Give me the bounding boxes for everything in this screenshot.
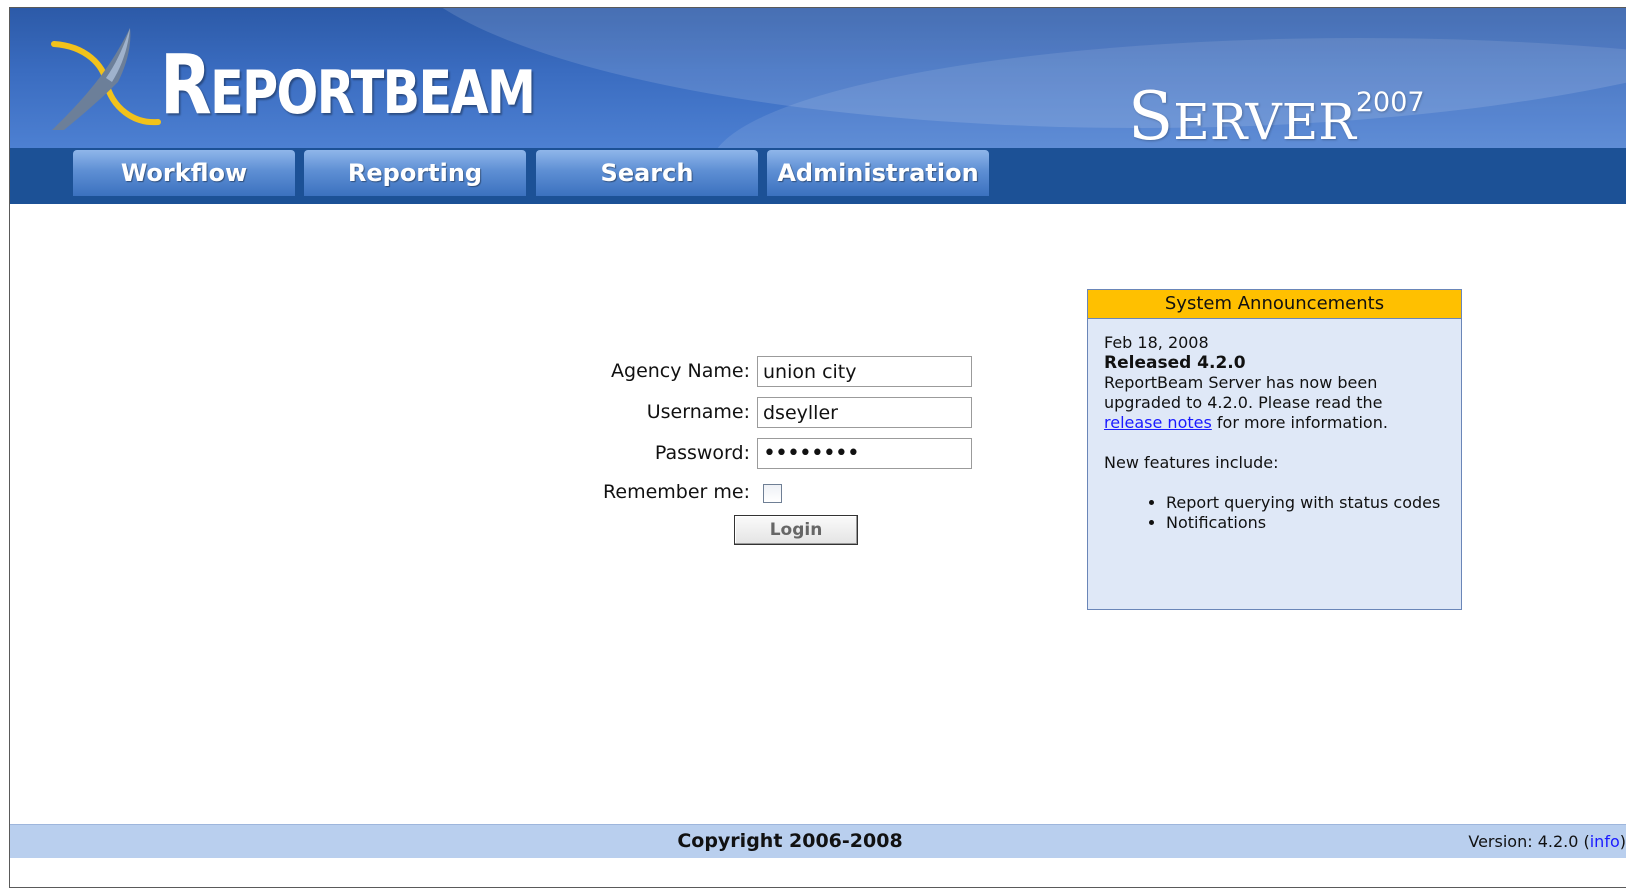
agency-name-label: Agency Name: xyxy=(611,360,750,382)
announcements-title: System Announcements xyxy=(1088,290,1461,319)
footer-bar: Copyright 2006-2008 Version: 4.2.0 (info… xyxy=(10,824,1626,858)
username-label: Username: xyxy=(646,401,750,423)
product-rest: ERVER xyxy=(1173,93,1356,148)
announcement-date: Feb 18, 2008 xyxy=(1104,333,1209,352)
features-intro: New features include: xyxy=(1104,453,1279,472)
version-suffix: ) xyxy=(1619,832,1626,851)
password-input[interactable] xyxy=(757,438,972,469)
reportbeam-logo-text: REPORTBEAM xyxy=(160,38,536,133)
system-announcements-panel: System Announcements Feb 18, 2008 Releas… xyxy=(1087,289,1462,610)
copyright-text: Copyright 2006-2008 xyxy=(677,830,903,852)
logo-rest: EPORTBEAM xyxy=(210,58,536,128)
announcement-text-line: upgraded to 4.2.0. Please read the xyxy=(1104,393,1383,412)
remember-me-label: Remember me: xyxy=(603,481,750,503)
logo-initial: R xyxy=(160,38,212,133)
login-button[interactable]: Login xyxy=(734,515,858,545)
tab-reporting[interactable]: Reporting xyxy=(304,150,526,196)
product-year: 2007 xyxy=(1355,87,1425,118)
announcement-text-line: ReportBeam Server has now been xyxy=(1104,373,1378,392)
product-initial: S xyxy=(1128,78,1174,148)
tab-workflow[interactable]: Workflow xyxy=(73,150,295,196)
feature-item: Report querying with status codes xyxy=(1166,493,1461,513)
announcements-body: Feb 18, 2008 Released 4.2.0 ReportBeam S… xyxy=(1088,319,1461,533)
username-input[interactable] xyxy=(757,397,972,428)
feature-item: Notifications xyxy=(1166,513,1461,533)
header-banner: REPORTBEAM SERVER2007 xyxy=(10,8,1626,148)
version-text: Version: 4.2.0 (info) xyxy=(1468,825,1626,858)
announcement-text-after-link: for more information. xyxy=(1211,413,1388,432)
version-info-link[interactable]: info xyxy=(1590,832,1620,851)
features-list: Report querying with status codes Notifi… xyxy=(1104,493,1461,533)
agency-name-input[interactable] xyxy=(757,356,972,387)
main-nav: Workflow Reporting Search Administration xyxy=(10,148,1626,204)
tab-search[interactable]: Search xyxy=(536,150,758,196)
product-title: SERVER2007 xyxy=(1128,78,1425,148)
password-label: Password: xyxy=(654,442,750,464)
tab-administration[interactable]: Administration xyxy=(767,150,989,196)
announcement-text-line: release notes for more information. xyxy=(1104,413,1461,433)
announcement-headline: Released 4.2.0 xyxy=(1104,353,1246,373)
version-label: Version: 4.2.0 ( xyxy=(1468,832,1590,851)
reportbeam-logo-icon xyxy=(51,28,161,130)
remember-me-checkbox[interactable] xyxy=(763,484,782,503)
app-window: REPORTBEAM SERVER2007 Workflow Reporting… xyxy=(9,7,1626,888)
release-notes-link[interactable]: release notes xyxy=(1104,413,1212,432)
